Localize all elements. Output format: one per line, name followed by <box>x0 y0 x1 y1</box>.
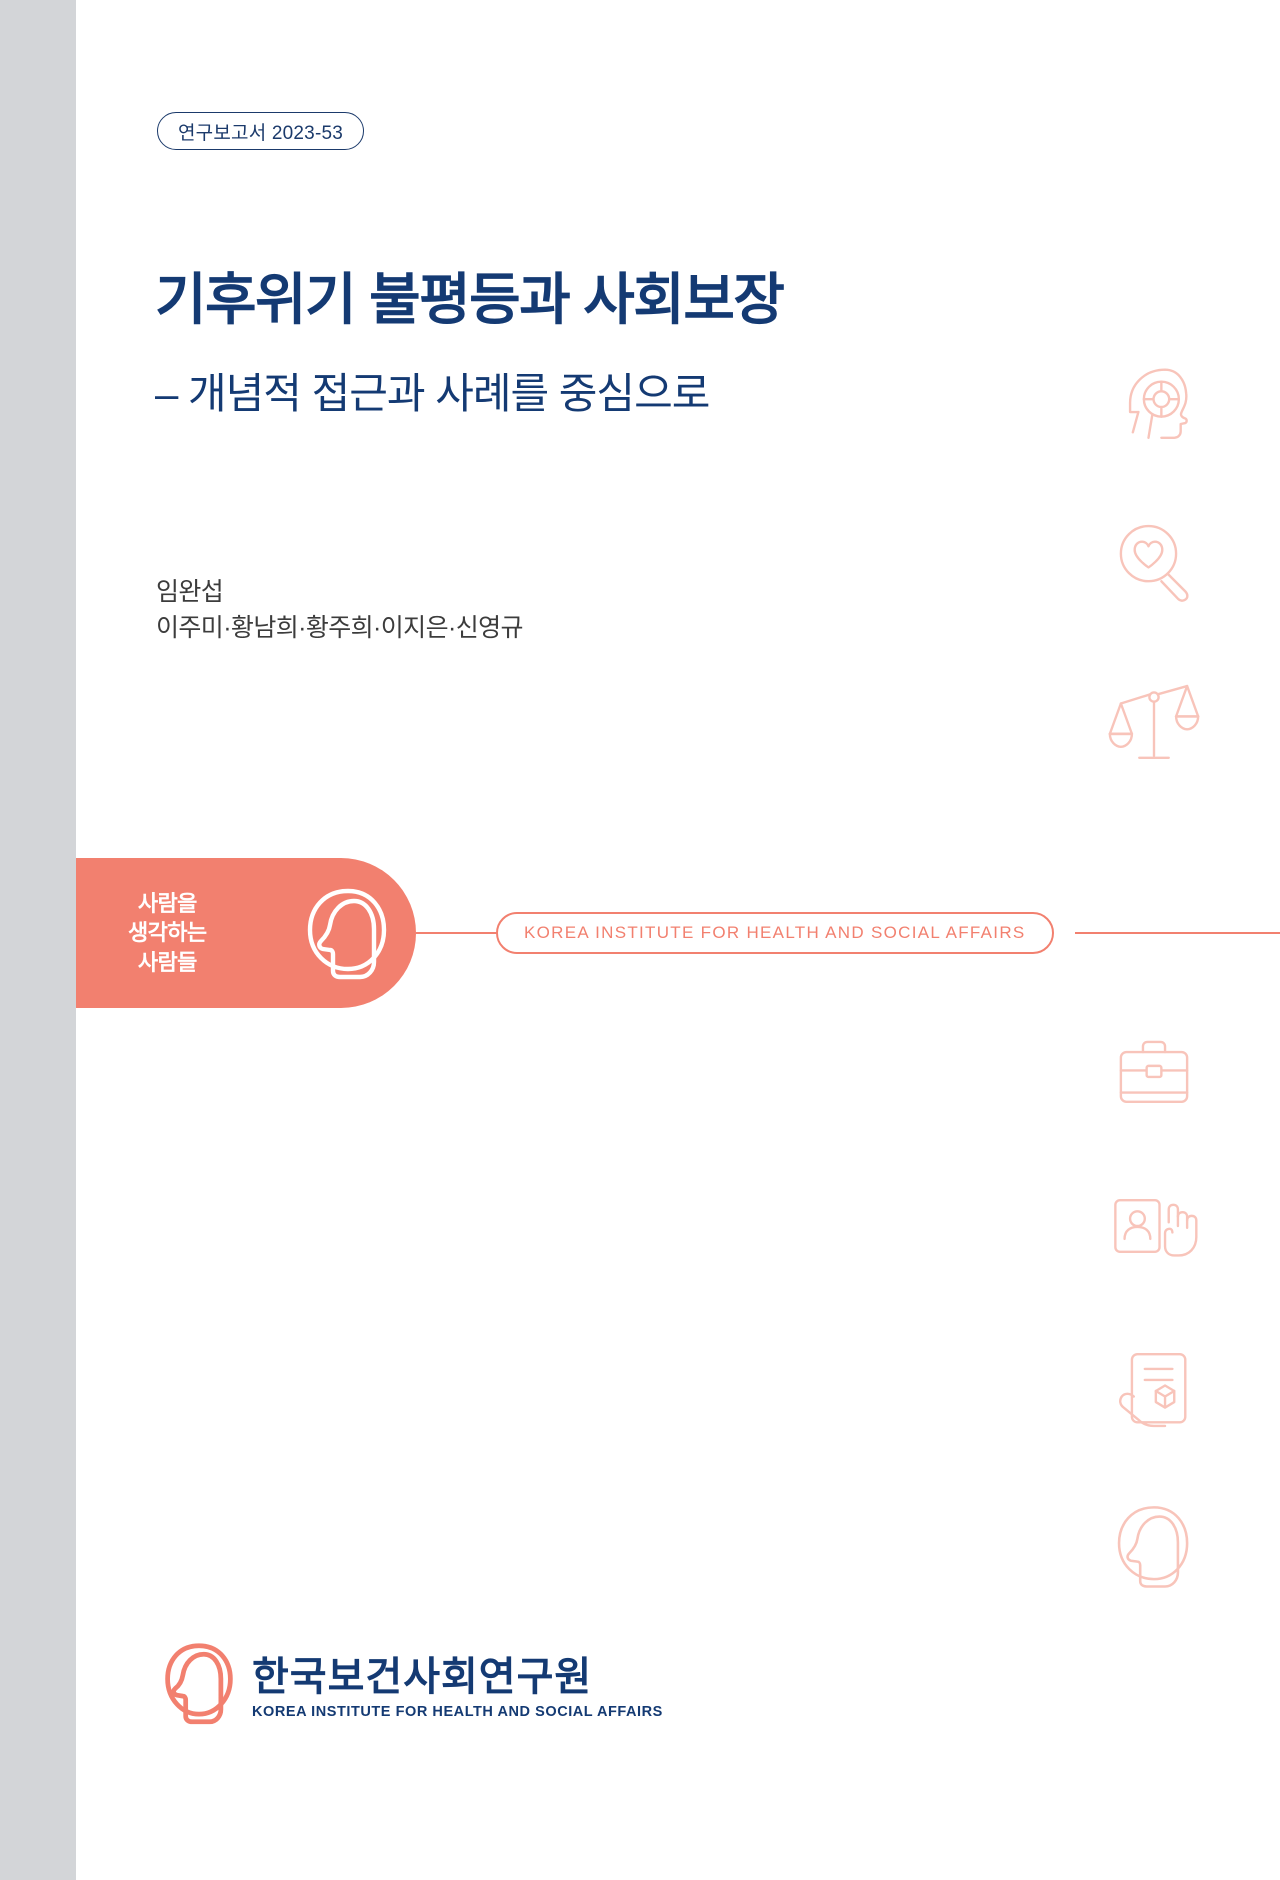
tagline-text: 사람을 생각하는 사람들 <box>128 889 207 976</box>
head-outline-icon <box>1108 1500 1200 1592</box>
head-with-gear-icon <box>1108 355 1200 447</box>
head-outline-icon <box>298 883 398 983</box>
institute-name-pill: KOREA INSTITUTE FOR HEALTH AND SOCIAL AF… <box>496 912 1054 954</box>
report-cover-page: 연구보고서 2023-53 기후위기 불평등과 사회보장 – 개념적 접근과 사… <box>0 0 1280 1880</box>
institution-name-ko: 한국보건사회연구원 <box>252 1655 593 1699</box>
decorative-icon-column <box>1108 0 1218 1880</box>
tagline-line-1: 사람을 <box>137 891 198 917</box>
co-authors: 이주미·황남희·황주희·이지은·신영규 <box>156 613 524 642</box>
person-card-hand-icon <box>1108 1180 1200 1272</box>
institution-name-en: KOREA INSTITUTE FOR HEALTH AND SOCIAL AF… <box>252 1704 663 1720</box>
head-outline-icon <box>160 1640 238 1736</box>
institution-logo: 한국보건사회연구원 KOREA INSTITUTE FOR HEALTH AND… <box>160 1640 663 1736</box>
spine-strip <box>0 0 76 1880</box>
document-tablet-hand-icon <box>1108 1345 1200 1437</box>
scales-of-justice-icon <box>1108 675 1200 767</box>
heart-magnifier-icon <box>1108 515 1200 607</box>
page-title: 기후위기 불평등과 사회보장 <box>155 268 785 331</box>
institute-name-en: KOREA INSTITUTE FOR HEALTH AND SOCIAL AF… <box>524 923 1026 942</box>
page-subtitle: – 개념적 접근과 사례를 중심으로 <box>155 370 710 417</box>
lead-author: 임완섭 <box>156 578 224 606</box>
pill-connector-left <box>416 932 498 934</box>
tagline-line-2: 생각하는 <box>128 920 207 946</box>
institution-logo-text: 한국보건사회연구원 KOREA INSTITUTE FOR HEALTH AND… <box>252 1656 663 1720</box>
tagline-line-3: 사람들 <box>137 949 198 975</box>
briefcase-icon <box>1108 1030 1200 1122</box>
report-number-label: 연구보고서 2023-53 <box>178 122 344 144</box>
author-block: 임완섭 이주미·황남희·황주희·이지은·신영규 <box>156 575 524 646</box>
tagline-banner: 사람을 생각하는 사람들 <box>76 858 416 1008</box>
report-number-badge: 연구보고서 2023-53 <box>157 112 365 150</box>
